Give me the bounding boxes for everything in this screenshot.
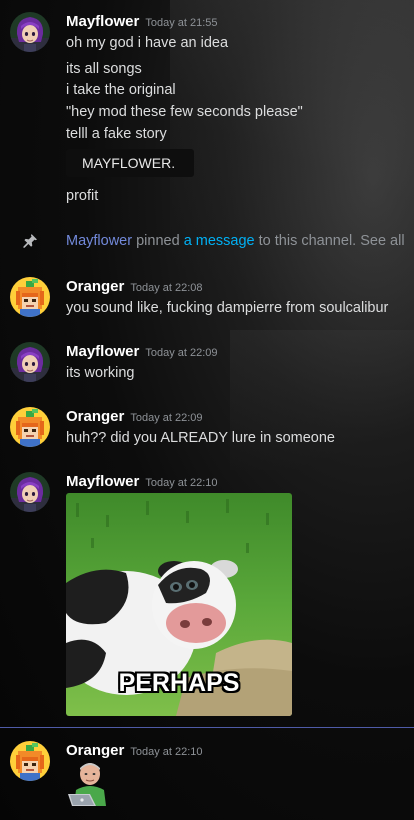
message-text: "hey mod these few seconds please" [66, 104, 303, 120]
system-text-part: pinned [132, 233, 184, 249]
oranger-avatar[interactable] [10, 741, 50, 781]
message-text: huh?? did you ALREADY lure in someone [66, 430, 335, 446]
message-header: Mayflower Today at 21:55 [66, 12, 218, 32]
message-header: Oranger Today at 22:08 [66, 277, 203, 297]
username[interactable]: Mayflower [66, 343, 139, 360]
user-mention[interactable]: Mayflower [66, 233, 132, 249]
new-messages-divider [0, 727, 414, 728]
mayflower-avatar[interactable] [10, 12, 50, 52]
message-header: Oranger Today at 22:09 [66, 407, 203, 427]
timestamp: Today at 21:55 [145, 17, 218, 29]
timestamp: Today at 22:09 [145, 347, 218, 359]
message-header: Oranger Today at 22:10 [66, 741, 203, 761]
timestamp: Today at 22:10 [145, 477, 218, 489]
message-text: profit [66, 188, 99, 204]
message-group: Oranger Today at 22:09 huh?? did you ALRE… [0, 407, 414, 449]
message-text: oh my god i have an idea [66, 35, 229, 51]
pin-icon [23, 234, 37, 248]
cow-meme-image[interactable]: PERHAPS [66, 493, 292, 716]
oranger-avatar[interactable] [10, 277, 50, 317]
oranger-avatar[interactable] [10, 407, 50, 447]
pin-system-message: Mayflower pinned a message to this chann… [0, 232, 414, 250]
message-group: Mayflower Today at 22:10 [0, 472, 414, 512]
system-text-part[interactable]: to this channel. See all [255, 233, 405, 249]
username[interactable]: Mayflower [66, 13, 139, 30]
username[interactable]: Oranger [66, 742, 124, 759]
message-text: you sound like, fucking dampierre from s… [66, 300, 389, 316]
message-text: i take the original [66, 82, 176, 98]
old-man-laptop-emoji[interactable] [66, 760, 110, 806]
pin-system-text: Mayflower pinned a message to this chann… [66, 232, 405, 250]
message-group: Oranger Today at 22:08 you sound like, fu… [0, 277, 414, 319]
mayflower-avatar[interactable] [10, 342, 50, 382]
timestamp: Today at 22:08 [130, 282, 203, 294]
message-header: Mayflower Today at 22:10 [66, 472, 218, 492]
message-text: its all songs [66, 61, 142, 77]
timestamp: Today at 22:10 [130, 746, 203, 758]
message-text: its working [66, 365, 135, 381]
username[interactable]: Oranger [66, 408, 124, 425]
username[interactable]: Oranger [66, 278, 124, 295]
username[interactable]: Mayflower [66, 473, 139, 490]
message-group: Mayflower Today at 22:09 its working [0, 342, 414, 384]
meme-caption: PERHAPS [118, 669, 240, 697]
timestamp: Today at 22:09 [130, 412, 203, 424]
mayflower-avatar[interactable] [10, 472, 50, 512]
code-block: MAYFLOWER. [66, 149, 194, 177]
message-header: Mayflower Today at 22:09 [66, 342, 218, 362]
message-group: Oranger Today at 22:10 [0, 741, 414, 781]
pinned-message-link[interactable]: a message [184, 233, 255, 249]
message-group: Mayflower Today at 21:55 oh my god i have… [0, 12, 414, 212]
message-text: telll a fake story [66, 126, 167, 142]
